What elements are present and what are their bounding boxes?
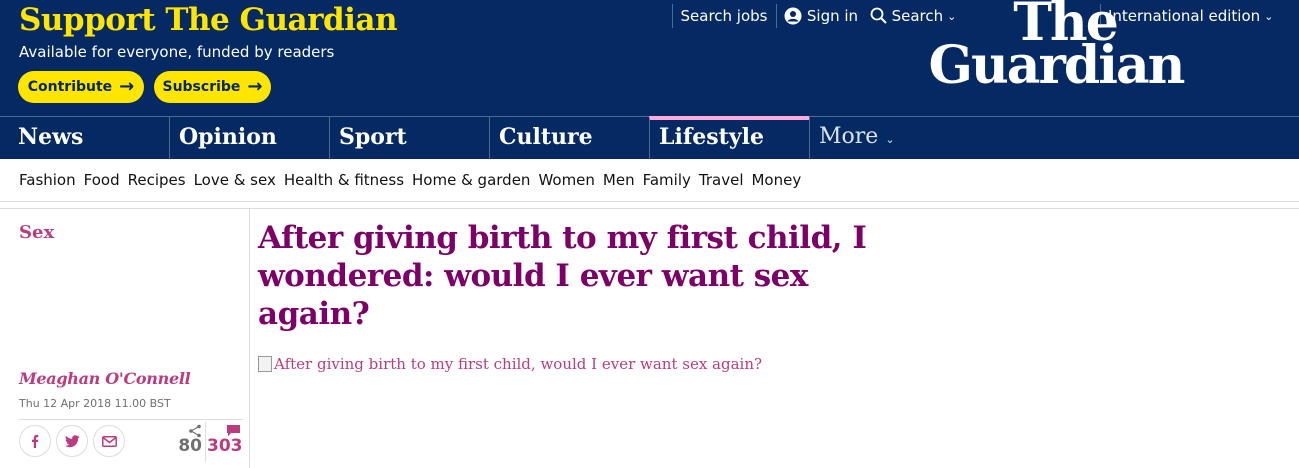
subscribe-button[interactable]: Subscribe → — [154, 71, 271, 103]
subnav-women[interactable]: Women — [538, 171, 594, 189]
search-jobs-link[interactable]: Search jobs — [672, 0, 776, 32]
pillar-lifestyle[interactable]: Lifestyle — [649, 116, 809, 159]
pillar-sport[interactable]: Sport — [329, 117, 489, 159]
subnav-health-fitness[interactable]: Health & fitness — [284, 171, 404, 189]
contribute-button[interactable]: Contribute → — [18, 71, 144, 103]
share-facebook-button[interactable] — [19, 425, 51, 457]
contribute-label: Contribute — [27, 79, 113, 95]
comment-count-value: 303 — [207, 436, 243, 456]
main-image: After giving birth to my first child, wo… — [258, 355, 762, 373]
pillar-news[interactable]: News — [9, 117, 169, 159]
column-divider — [249, 209, 250, 468]
share-email-button[interactable] — [93, 425, 125, 457]
twitter-icon — [64, 434, 79, 447]
share-twitter-button[interactable] — [56, 425, 88, 457]
chevron-down-icon: ⌄ — [885, 133, 895, 146]
subnav-home-garden[interactable]: Home & garden — [412, 171, 530, 189]
pillar-more[interactable]: More ⌄ — [809, 117, 929, 159]
subscribe-label: Subscribe — [162, 79, 241, 95]
author-byline[interactable]: Meaghan O'Connell — [19, 369, 191, 388]
arrow-right-icon: → — [247, 76, 263, 97]
publish-date: Thu 12 Apr 2018 11.00 BST — [19, 397, 171, 410]
section-label[interactable]: Sex — [19, 222, 54, 243]
support-subtitle: Available for everyone, funded by reader… — [19, 43, 335, 61]
article-headline: After giving birth to my first child, I … — [258, 220, 867, 332]
search-icon — [870, 7, 887, 24]
subnav-money[interactable]: Money — [751, 171, 801, 189]
broken-image-icon — [258, 356, 272, 372]
share-count: 80 — [172, 424, 202, 456]
subnav-love-sex[interactable]: Love & sex — [194, 171, 276, 189]
more-label: More — [819, 124, 879, 149]
subnav-fashion[interactable]: Fashion — [19, 171, 76, 189]
meta-divider — [19, 419, 243, 420]
image-alt-text: After giving birth to my first child, wo… — [274, 355, 763, 373]
logo-line-2: Guardian — [928, 34, 1186, 96]
subnav: Fashion Food Recipes Love & sex Health &… — [0, 159, 1299, 202]
pillar-culture[interactable]: Culture — [489, 117, 649, 159]
divider — [776, 4, 777, 28]
user-icon — [784, 7, 802, 25]
chevron-down-icon: ⌄ — [1264, 9, 1274, 23]
comment-count[interactable]: 303 — [207, 424, 243, 456]
share-count-value: 80 — [178, 436, 202, 456]
facebook-icon — [32, 435, 39, 448]
guardian-logo[interactable]: The Guardian — [906, 0, 1206, 96]
sign-in-label: Sign in — [806, 7, 859, 25]
search-jobs-label: Search jobs — [680, 7, 768, 25]
stat-divider — [205, 422, 206, 462]
arrow-right-icon: → — [119, 76, 135, 97]
subnav-travel[interactable]: Travel — [699, 171, 744, 189]
subnav-family[interactable]: Family — [643, 171, 691, 189]
support-title: Support The Guardian — [19, 2, 398, 38]
email-icon — [101, 435, 117, 447]
pillar-opinion[interactable]: Opinion — [169, 117, 329, 159]
subnav-men[interactable]: Men — [603, 171, 635, 189]
masthead: Support The Guardian Available for every… — [0, 0, 1299, 159]
subnav-recipes[interactable]: Recipes — [128, 171, 186, 189]
subnav-food[interactable]: Food — [84, 171, 120, 189]
divider — [672, 4, 673, 28]
content-divider — [0, 208, 1299, 209]
sign-in-link[interactable]: Sign in — [776, 0, 866, 32]
pillar-nav: News Opinion Sport Culture Lifestyle Mor… — [0, 116, 1299, 160]
